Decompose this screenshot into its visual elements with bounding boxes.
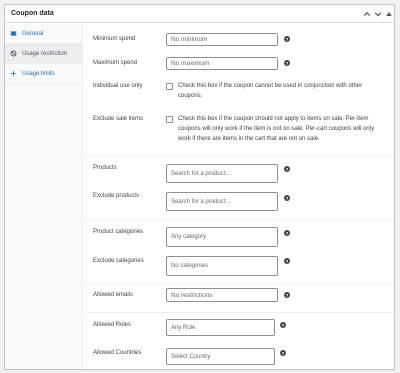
tab-usage-restriction[interactable]: Usage restriction — [5, 44, 82, 64]
tab-general[interactable]: General — [5, 24, 82, 44]
chevron-down-icon — [374, 11, 381, 16]
usage-restriction-panel: Minimum spend No minimum ? Maximum spend… — [84, 24, 394, 369]
tab-usage-limits-label: Usage limits — [22, 70, 55, 77]
help-icon[interactable]: ? — [280, 322, 286, 328]
exclude-sale-label: Exclude sale items — [93, 116, 144, 122]
allowed-roles-select[interactable]: Any Role — [166, 319, 275, 336]
divider — [84, 220, 394, 221]
allowed-countries-label: Allowed Countries — [93, 350, 142, 356]
help-icon[interactable]: ? — [284, 292, 290, 298]
coupon-data-panel: Coupon data General Usage restriction Us… — [4, 4, 395, 370]
ban-icon — [9, 50, 17, 58]
chevron-up-icon — [363, 11, 370, 16]
individual-use-description: Check this box if the coupon cannot be u… — [178, 83, 363, 99]
individual-use-label: Individual use only — [93, 83, 143, 89]
coupon-tabs: General Usage restriction Usage limits — [5, 24, 83, 369]
allowed-roles-label: Allowed Roles — [93, 322, 132, 328]
divider — [84, 156, 394, 157]
tab-general-label: General — [22, 30, 44, 37]
help-icon[interactable]: ? — [284, 166, 290, 172]
help-icon[interactable]: ? — [284, 258, 290, 264]
allowed-emails-input[interactable]: No restrictions — [166, 288, 278, 302]
move-up-button[interactable] — [361, 8, 372, 19]
allowed-emails-label: Allowed emails — [93, 292, 134, 298]
tab-usage-limits[interactable]: Usage limits — [5, 64, 82, 84]
exclude-sale-checkbox[interactable] — [166, 116, 173, 123]
panel-title: Coupon data — [11, 10, 54, 17]
plus-icon — [9, 70, 17, 78]
exclude-products-search-input[interactable]: Search for a product… — [166, 192, 278, 211]
individual-use-checkbox[interactable] — [166, 83, 173, 90]
minimum-spend-label: Minimum spend — [93, 36, 136, 42]
divider — [84, 283, 394, 284]
exclude-categories-label: Exclude categories — [93, 258, 144, 264]
help-icon[interactable]: ? — [284, 230, 290, 236]
maximum-spend-input[interactable]: No maximum — [166, 57, 278, 70]
products-search-input[interactable]: Search for a product… — [166, 164, 278, 183]
maximum-spend-label: Maximum spend — [93, 60, 138, 66]
tab-usage-restriction-label: Usage restriction — [22, 50, 68, 57]
minimum-spend-input[interactable]: No minimum — [166, 33, 278, 46]
exclude-products-label: Exclude products — [93, 193, 140, 199]
triangle-up-icon — [385, 11, 392, 16]
product-categories-label: Product categories — [93, 229, 144, 235]
allowed-countries-select[interactable]: Select Country — [166, 348, 275, 365]
help-icon[interactable]: ? — [284, 36, 290, 42]
exclude-categories-select[interactable]: No categories — [166, 256, 278, 276]
help-icon[interactable]: ? — [280, 350, 286, 356]
products-label: Products — [93, 165, 117, 171]
exclude-sale-description: Check this box if the coupon should not … — [178, 116, 375, 142]
help-icon[interactable]: ? — [284, 60, 290, 66]
help-icon[interactable]: ? — [284, 195, 290, 201]
divider — [84, 312, 394, 313]
ticket-icon — [9, 30, 17, 38]
toggle-panel-button[interactable] — [383, 8, 394, 19]
panel-header: Coupon data — [5, 5, 394, 23]
move-down-button[interactable] — [372, 8, 383, 19]
product-categories-select[interactable]: Any category — [166, 227, 278, 247]
